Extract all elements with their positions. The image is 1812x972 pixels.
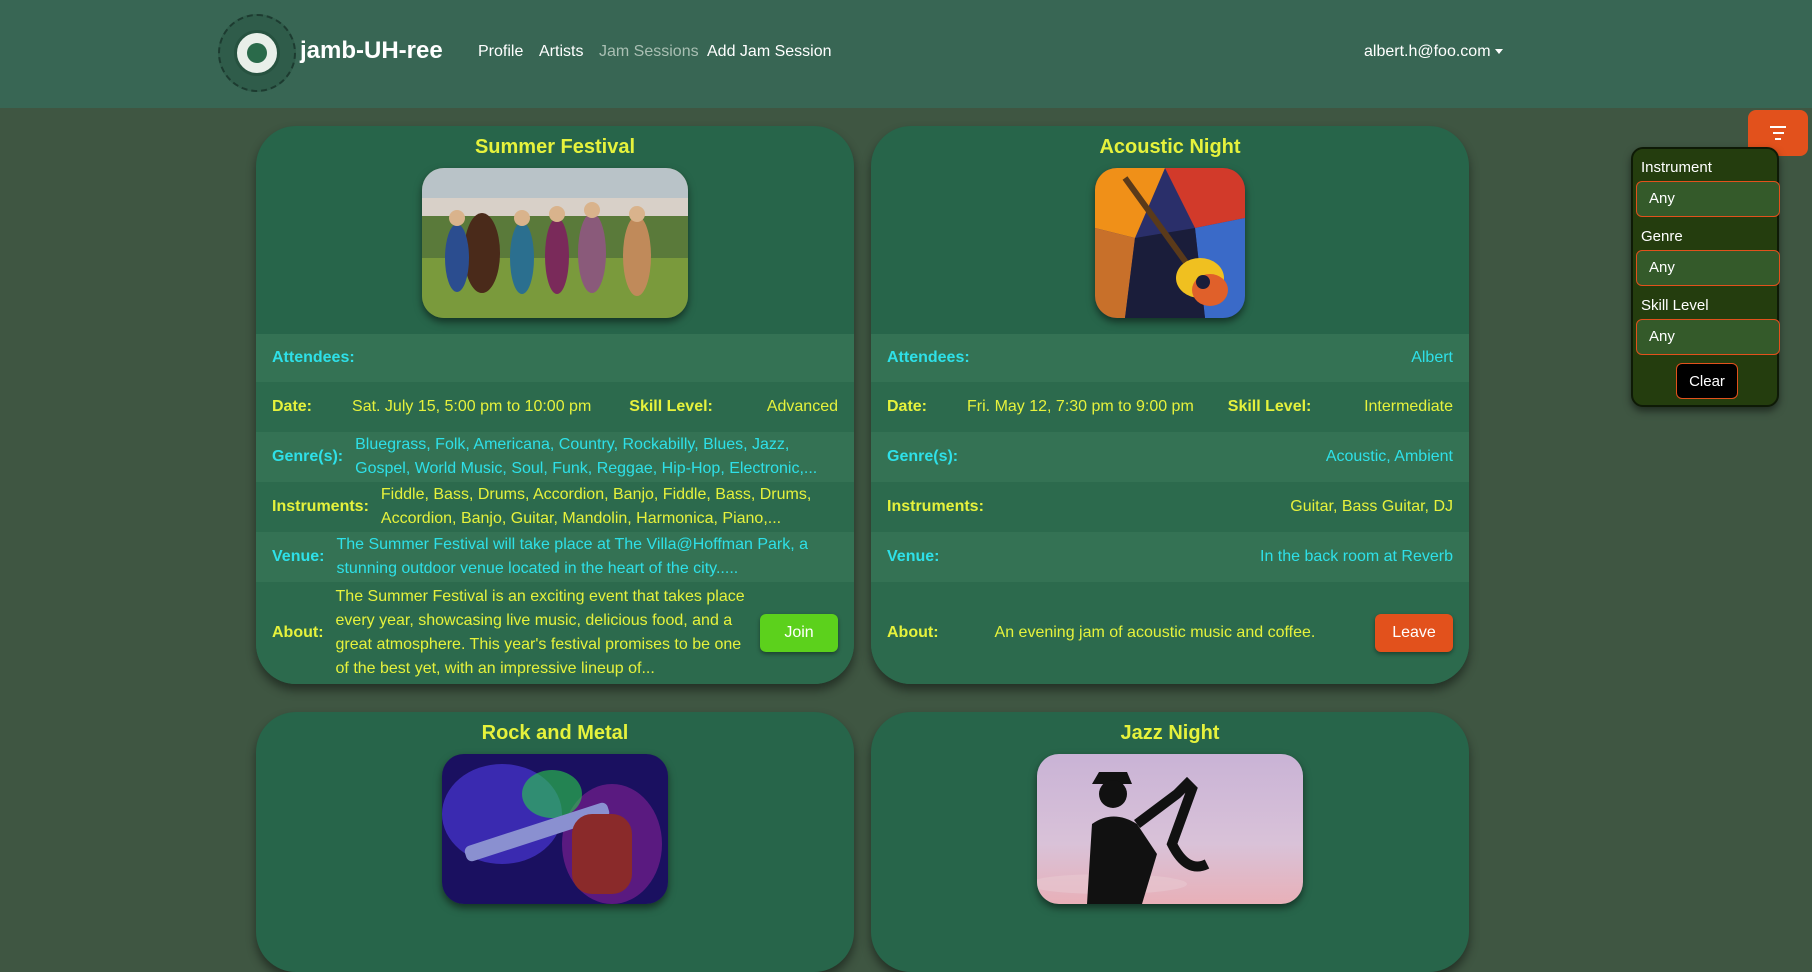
- session-title: Rock and Metal: [481, 722, 629, 744]
- genres-label: Genre(s):: [272, 448, 344, 465]
- skill-filter-select[interactable]: Any: [1636, 319, 1780, 355]
- venue-label: Venue:: [272, 548, 325, 565]
- session-image: [1037, 754, 1303, 904]
- user-email: albert.h@foo.com: [1364, 43, 1491, 60]
- date-row: Date: Sat. July 15, 5:00 pm to 10:00 pm …: [256, 382, 854, 432]
- clear-filters-button[interactable]: Clear: [1676, 363, 1738, 399]
- instruments-value: Fiddle, Bass, Drums, Accordion, Banjo, F…: [380, 486, 812, 527]
- about-label: About:: [887, 624, 939, 641]
- genres-label: Genre(s):: [887, 448, 959, 465]
- session-title: Jazz Night: [1120, 722, 1220, 744]
- attendees-label: Attendees:: [887, 349, 970, 366]
- genres-row: Genre(s): Acoustic, Ambient: [871, 432, 1469, 482]
- session-card: Acoustic Night Attendees: Albert Date: F…: [871, 126, 1469, 684]
- instruments-row: Instruments: Guitar, Bass Guitar, DJ: [871, 482, 1469, 532]
- date-value: Fri. May 12, 7:30 pm to 9:00 pm: [967, 398, 1194, 415]
- session-image: [422, 168, 688, 318]
- session-title: Summer Festival: [474, 136, 636, 158]
- genres-value: Acoustic, Ambient: [1325, 448, 1453, 465]
- nav-link-artists[interactable]: Artists: [539, 43, 583, 61]
- nav-link-jam-sessions[interactable]: Jam Sessions: [599, 43, 699, 61]
- genre-filter-select[interactable]: Any: [1636, 250, 1780, 286]
- venue-value: The Summer Festival will take place at T…: [336, 536, 809, 577]
- date-label: Date:: [887, 398, 928, 415]
- nav-link-add-jam-session[interactable]: Add Jam Session: [707, 43, 832, 61]
- about-row: About: An evening jam of acoustic music …: [871, 582, 1469, 684]
- genres-row: Genre(s): Bluegrass, Folk, Americana, Co…: [256, 432, 854, 482]
- session-card: Summer Festival Attendees: Date: Sat. Ju…: [256, 126, 854, 684]
- venue-label: Venue:: [887, 548, 940, 565]
- instrument-filter-label: Instrument: [1641, 159, 1712, 176]
- skill-label: Skill Level:: [1227, 398, 1312, 415]
- session-card: Jazz Night: [871, 712, 1469, 972]
- genre-filter-label: Genre: [1641, 228, 1683, 245]
- instrument-filter-select[interactable]: Any: [1636, 181, 1780, 217]
- attendees-row: Attendees: Albert: [871, 334, 1469, 382]
- skill-label: Skill Level:: [629, 398, 713, 415]
- session-title: Acoustic Night: [1099, 136, 1241, 158]
- skill-filter-label: Skill Level: [1641, 297, 1709, 314]
- nav-link-profile[interactable]: Profile: [478, 43, 523, 61]
- attendees-row: Attendees:: [256, 334, 854, 382]
- session-image: [1095, 168, 1245, 318]
- about-value: The Summer Festival is an exciting event…: [335, 588, 745, 677]
- genres-value: Bluegrass, Folk, Americana, Country, Roc…: [355, 436, 818, 477]
- date-row: Date: Fri. May 12, 7:30 pm to 9:00 pm Sk…: [871, 382, 1469, 432]
- navbar: jamb-UH-ree Profile Artists Jam Sessions…: [0, 0, 1812, 108]
- site-logo[interactable]: [218, 14, 296, 92]
- filter-lines-icon: [1770, 126, 1786, 144]
- venue-row: Venue: In the back room at Reverb: [871, 532, 1469, 582]
- instruments-label: Instruments:: [887, 498, 984, 515]
- chevron-down-icon: [1494, 49, 1503, 55]
- venue-value: In the back room at Reverb: [1260, 548, 1453, 565]
- brand-name[interactable]: jamb-UH-ree: [300, 37, 443, 65]
- attendees-value: Albert: [1411, 349, 1453, 366]
- join-button[interactable]: Join: [760, 614, 838, 652]
- instruments-label: Instruments:: [272, 498, 369, 515]
- instruments-row: Instruments: Fiddle, Bass, Drums, Accord…: [256, 482, 854, 532]
- user-dropdown[interactable]: albert.h@foo.com: [1364, 43, 1503, 61]
- skill-value: Intermediate: [1364, 398, 1453, 415]
- logo-seal: [234, 30, 280, 76]
- leave-button[interactable]: Leave: [1375, 614, 1453, 652]
- venue-row: Venue: The Summer Festival will take pla…: [256, 532, 854, 582]
- session-image: [442, 754, 668, 904]
- skill-value: Advanced: [766, 398, 838, 415]
- about-row: About: The Summer Festival is an excitin…: [256, 582, 854, 684]
- session-card: Rock and Metal: [256, 712, 854, 972]
- about-label: About:: [272, 624, 324, 641]
- attendees-label: Attendees:: [272, 349, 355, 366]
- instruments-value: Guitar, Bass Guitar, DJ: [1290, 498, 1453, 515]
- date-label: Date:: [272, 398, 313, 415]
- date-value: Sat. July 15, 5:00 pm to 10:00 pm: [352, 398, 592, 415]
- filter-panel: Instrument Any Genre Any Skill Level Any…: [1631, 147, 1780, 407]
- about-value: An evening jam of acoustic music and cof…: [994, 624, 1316, 641]
